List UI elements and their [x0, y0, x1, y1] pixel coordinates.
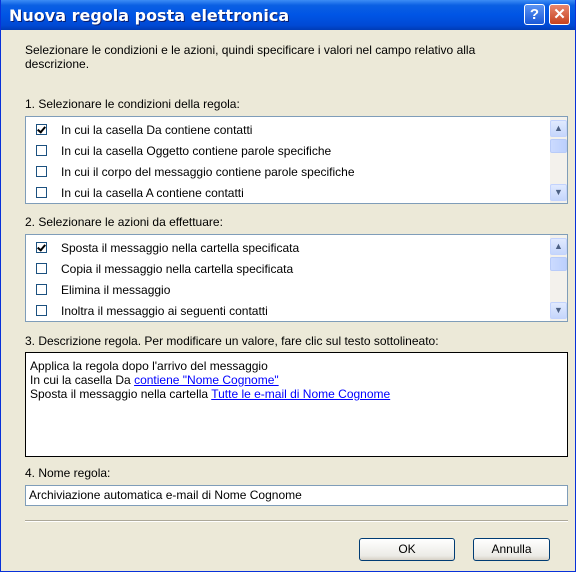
scroll-down-arrow-icon[interactable]: ▼ [550, 184, 567, 201]
description-label: 3. Descrizione regola. Per modificare un… [25, 334, 439, 348]
sender-condition-link[interactable]: contiene "Nome Cognome" [134, 373, 279, 387]
condition-label: In cui la casella Da contiene contatti [61, 123, 253, 137]
description-line: Sposta il messaggio nella cartella Tutte… [30, 387, 390, 401]
action-label: Elimina il messaggio [61, 283, 171, 297]
actions-list[interactable]: Sposta il messaggio nella cartella speci… [25, 234, 568, 322]
rule-name-input[interactable]: Archiviazione automatica e-mail di Nome … [25, 485, 568, 506]
intro-text-line2: descrizione. [25, 57, 90, 71]
title-bar[interactable]: Nuova regola posta elettronica ? ✕ [1, 0, 575, 30]
action-label: Copia il messaggio nella cartella specif… [61, 262, 294, 276]
action-checkbox[interactable] [36, 305, 47, 316]
action-label: Inoltra il messaggio ai seguenti contatt… [61, 304, 268, 318]
action-checkbox[interactable] [36, 242, 47, 253]
target-folder-link[interactable]: Tutte le e-mail di Nome Cognome [211, 387, 390, 401]
scroll-thumb[interactable] [550, 257, 567, 271]
condition-checkbox[interactable] [36, 187, 47, 198]
action-item[interactable]: Copia il messaggio nella cartella specif… [26, 259, 546, 279]
condition-item[interactable]: In cui il corpo del messaggio contiene p… [26, 162, 546, 182]
close-button[interactable]: ✕ [549, 4, 570, 25]
action-item[interactable]: Sposta il messaggio nella cartella speci… [26, 238, 546, 258]
condition-item[interactable]: In cui la casella Da contiene contatti [26, 120, 546, 140]
description-line: In cui la casella Da contiene "Nome Cogn… [30, 373, 279, 387]
rule-dialog: Nuova regola posta elettronica ? ✕ Selez… [0, 0, 576, 572]
condition-checkbox[interactable] [36, 124, 47, 135]
cancel-button[interactable]: Annulla [473, 538, 550, 561]
action-item[interactable]: Elimina il messaggio [26, 280, 546, 300]
action-label: Sposta il messaggio nella cartella speci… [61, 241, 300, 255]
conditions-scrollbar[interactable]: ▲ ▼ [550, 117, 567, 203]
window-title: Nuova regola posta elettronica [9, 6, 290, 25]
description-text: Sposta il messaggio nella cartella [30, 387, 212, 401]
rule-name-label: 4. Nome regola: [25, 466, 111, 480]
ok-button[interactable]: OK [359, 538, 455, 561]
conditions-list[interactable]: In cui la casella Da contiene contatti I… [25, 116, 568, 204]
action-item[interactable]: Inoltra il messaggio ai seguenti contatt… [26, 301, 546, 321]
condition-checkbox[interactable] [36, 145, 47, 156]
condition-label: In cui la casella A contiene contatti [61, 186, 244, 200]
scroll-up-arrow-icon[interactable]: ▲ [550, 120, 567, 137]
condition-label: In cui il corpo del messaggio contiene p… [61, 165, 355, 179]
description-text: In cui la casella Da [30, 373, 135, 387]
actions-label: 2. Selezionare le azioni da effettuare: [25, 215, 223, 229]
condition-checkbox[interactable] [36, 166, 47, 177]
help-button[interactable]: ? [524, 4, 545, 25]
condition-label: In cui la casella Oggetto contiene parol… [61, 144, 332, 158]
actions-scrollbar[interactable]: ▲ ▼ [550, 235, 567, 321]
description-line: Applica la regola dopo l'arrivo del mess… [30, 359, 268, 373]
scroll-down-arrow-icon[interactable]: ▼ [550, 302, 567, 319]
conditions-label: 1. Selezionare le condizioni della regol… [25, 97, 240, 111]
separator [25, 520, 568, 522]
condition-item[interactable]: In cui la casella A contiene contatti [26, 183, 546, 203]
rule-description-box[interactable]: Applica la regola dopo l'arrivo del mess… [25, 352, 568, 457]
scroll-thumb[interactable] [550, 139, 567, 153]
action-checkbox[interactable] [36, 263, 47, 274]
condition-item[interactable]: In cui la casella Oggetto contiene parol… [26, 141, 546, 161]
scroll-up-arrow-icon[interactable]: ▲ [550, 238, 567, 255]
intro-text-line1: Selezionare le condizioni e le azioni, q… [25, 43, 476, 57]
action-checkbox[interactable] [36, 284, 47, 295]
